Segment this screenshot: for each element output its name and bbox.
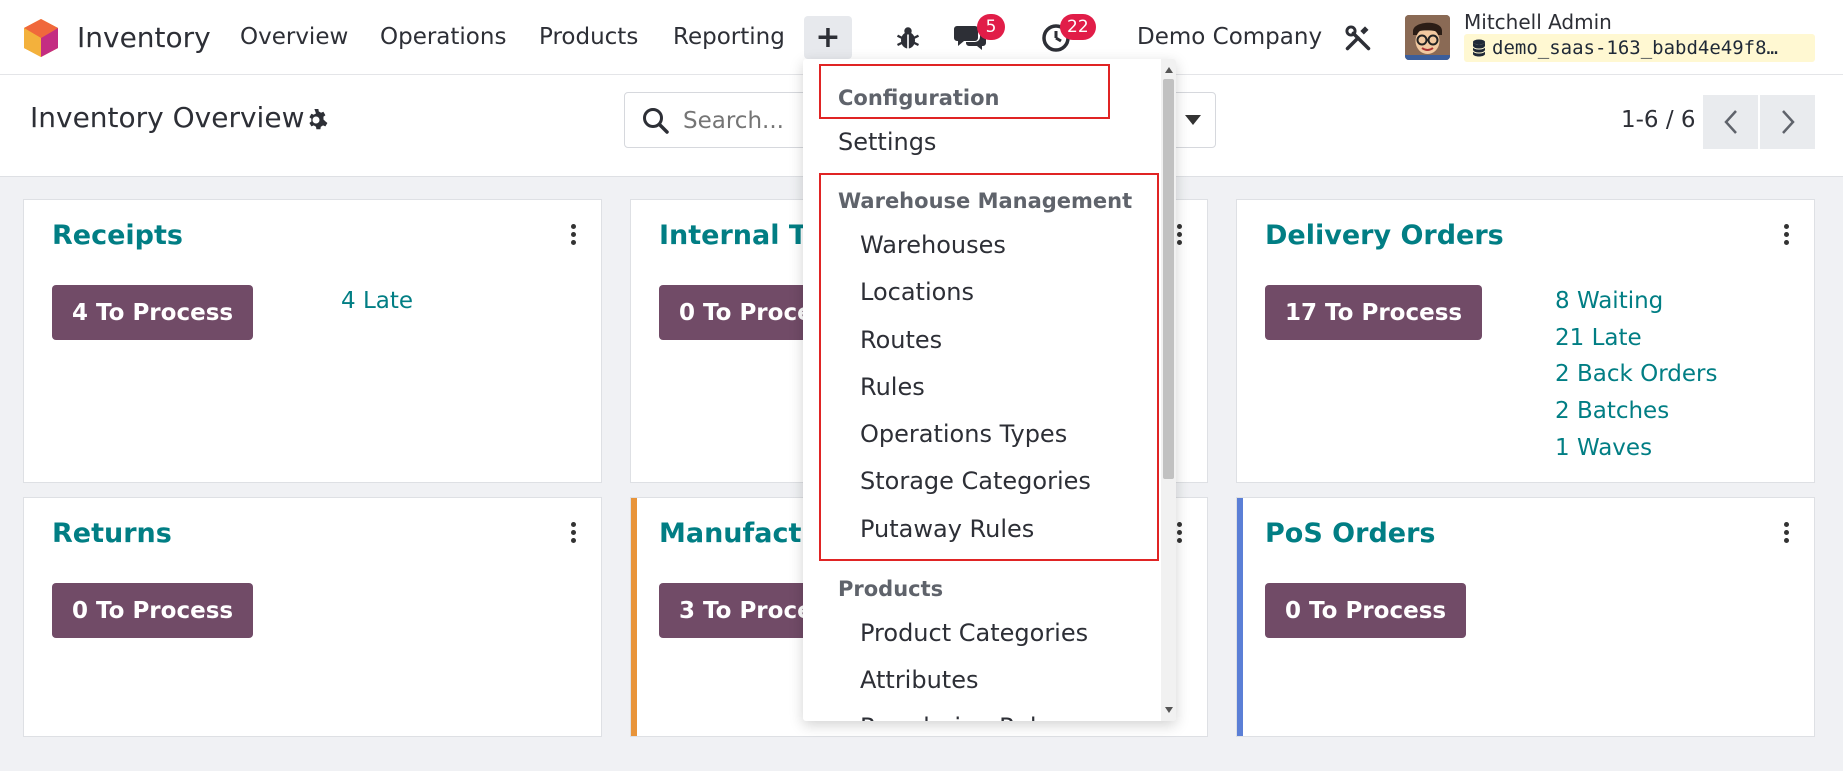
to-process-button[interactable]: 0 To Process bbox=[1265, 583, 1467, 638]
card-returns: Returns 0 To Process bbox=[23, 497, 602, 737]
nav-reporting[interactable]: Reporting bbox=[673, 24, 785, 50]
app-logo-icon[interactable] bbox=[22, 18, 60, 58]
pager-value[interactable]: 1-6 / 6 bbox=[1621, 107, 1696, 133]
card-menu-kebab-icon[interactable] bbox=[571, 224, 577, 246]
pager-next-button[interactable] bbox=[1760, 95, 1815, 149]
menu-item-routes[interactable]: Routes bbox=[860, 326, 942, 354]
app-brand[interactable]: Inventory bbox=[77, 21, 211, 54]
configuration-dropdown: Configuration Settings Warehouse Managem… bbox=[803, 59, 1176, 721]
menu-item-operations-types[interactable]: Operations Types bbox=[860, 420, 1067, 448]
card-menu-kebab-icon[interactable] bbox=[1177, 522, 1183, 544]
menu-item-storage-categories[interactable]: Storage Categories bbox=[860, 467, 1091, 495]
nav-operations[interactable]: Operations bbox=[380, 24, 506, 50]
messages-icon[interactable]: 5 bbox=[952, 14, 1005, 56]
search-options-chevron-down-icon[interactable] bbox=[1185, 115, 1201, 125]
search-icon bbox=[643, 108, 669, 134]
page-title: Inventory Overview bbox=[30, 101, 305, 134]
late-link[interactable]: 4 Late bbox=[341, 288, 413, 314]
card-title[interactable]: Delivery Orders bbox=[1265, 220, 1504, 251]
menu-item-locations[interactable]: Locations bbox=[860, 278, 974, 306]
nav-products[interactable]: Products bbox=[539, 24, 638, 50]
batches-link[interactable]: 2 Batches bbox=[1555, 398, 1669, 424]
messages-badge: 5 bbox=[977, 14, 1005, 40]
dropdown-header-products: Products bbox=[838, 577, 944, 601]
activities-badge: 22 bbox=[1060, 14, 1096, 40]
to-process-button[interactable]: 4 To Process bbox=[52, 285, 254, 340]
card-receipts: Receipts 4 To Process 4 Late bbox=[23, 199, 602, 483]
gear-icon[interactable] bbox=[304, 108, 328, 132]
database-icon bbox=[1472, 39, 1486, 57]
to-process-button[interactable]: 0 To Process bbox=[52, 583, 254, 638]
card-title[interactable]: Receipts bbox=[52, 220, 183, 251]
debug-bug-icon[interactable] bbox=[890, 20, 926, 56]
user-name[interactable]: Mitchell Admin bbox=[1464, 10, 1612, 34]
chevron-right-icon bbox=[1781, 110, 1795, 134]
back-orders-link[interactable]: 2 Back Orders bbox=[1555, 361, 1717, 387]
waves-link[interactable]: 1 Waves bbox=[1555, 435, 1652, 461]
tools-icon[interactable] bbox=[1340, 20, 1376, 56]
to-process-button[interactable]: 17 To Process bbox=[1265, 285, 1483, 340]
waiting-link[interactable]: 8 Waiting bbox=[1555, 288, 1663, 314]
configuration-menu-button[interactable]: + bbox=[804, 16, 852, 59]
card-menu-kebab-icon[interactable] bbox=[1784, 522, 1790, 544]
card-delivery-orders: Delivery Orders 17 To Process 8 Waiting … bbox=[1236, 199, 1815, 483]
scroll-up-arrow-icon[interactable] bbox=[1165, 67, 1173, 73]
menu-item-warehouses[interactable]: Warehouses bbox=[860, 231, 1006, 259]
nav-overview[interactable]: Overview bbox=[240, 24, 348, 50]
menu-item-product-categories[interactable]: Product Categories bbox=[860, 619, 1088, 647]
pager-previous-button[interactable] bbox=[1703, 95, 1758, 149]
database-indicator[interactable]: demo_saas-163_babd4e49f8… bbox=[1464, 34, 1815, 62]
dropdown-header-warehouse: Warehouse Management bbox=[838, 189, 1133, 213]
menu-item-putaway-rules[interactable]: Putaway Rules bbox=[860, 515, 1034, 543]
card-title[interactable]: Returns bbox=[52, 518, 172, 549]
late-link[interactable]: 21 Late bbox=[1555, 325, 1642, 351]
scroll-thumb[interactable] bbox=[1163, 79, 1174, 479]
card-menu-kebab-icon[interactable] bbox=[1177, 224, 1183, 246]
menu-item-settings[interactable]: Settings bbox=[838, 128, 936, 156]
card-title[interactable]: PoS Orders bbox=[1265, 518, 1435, 549]
menu-item-attributes[interactable]: Attributes bbox=[860, 666, 978, 694]
user-avatar[interactable] bbox=[1405, 15, 1450, 60]
menu-item-reordering-rules[interactable]: Reordering Rules bbox=[860, 713, 1064, 721]
card-menu-kebab-icon[interactable] bbox=[1784, 224, 1790, 246]
dropdown-header-configuration: Configuration bbox=[838, 86, 1000, 110]
card-accent-bar bbox=[1237, 498, 1243, 736]
card-pos-orders: PoS Orders 0 To Process bbox=[1236, 497, 1815, 737]
dropdown-scrollbar[interactable] bbox=[1161, 59, 1176, 721]
company-switcher[interactable]: Demo Company bbox=[1137, 24, 1322, 50]
database-name: demo_saas-163_babd4e49f8… bbox=[1492, 37, 1778, 59]
menu-item-rules[interactable]: Rules bbox=[860, 373, 925, 401]
scroll-down-arrow-icon[interactable] bbox=[1165, 707, 1173, 713]
activities-clock-icon[interactable]: 22 bbox=[1038, 14, 1096, 56]
card-menu-kebab-icon[interactable] bbox=[571, 522, 577, 544]
chevron-left-icon bbox=[1723, 110, 1737, 134]
card-accent-bar bbox=[631, 498, 637, 736]
